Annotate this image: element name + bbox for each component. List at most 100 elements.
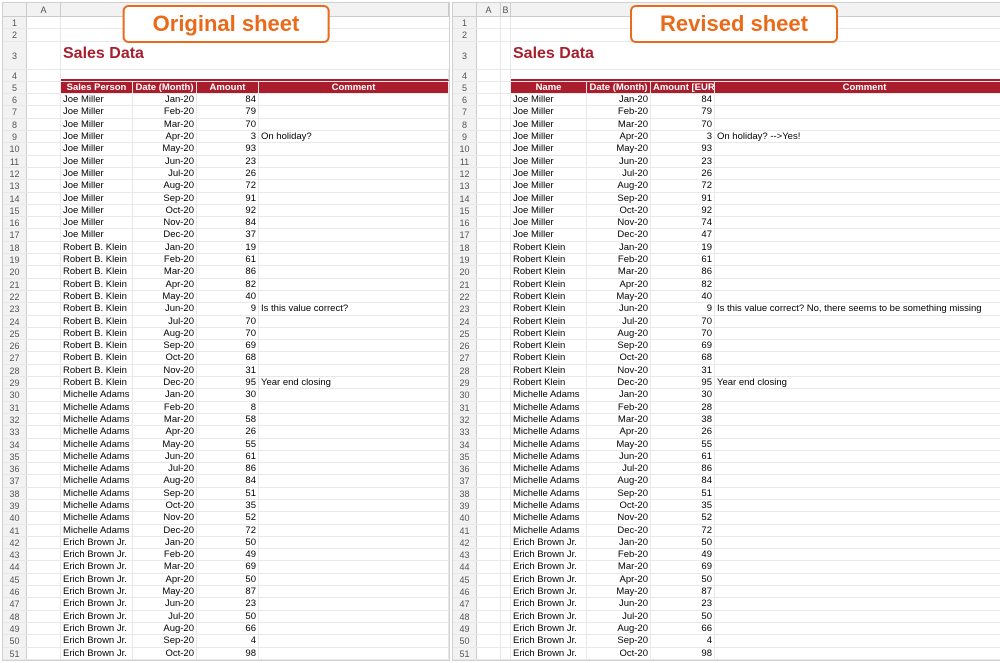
row-header[interactable]: 19: [3, 254, 27, 265]
cell-comment[interactable]: [259, 229, 449, 240]
row-header[interactable]: 51: [453, 648, 477, 659]
row-header[interactable]: 24: [453, 316, 477, 327]
cell-amount[interactable]: 31: [651, 365, 715, 376]
cell-date[interactable]: Jun-20: [133, 598, 197, 609]
cell-amount[interactable]: 66: [197, 623, 259, 634]
cell-blank[interactable]: [477, 242, 501, 253]
cell-person[interactable]: Joe Miller: [61, 180, 133, 191]
sheet-title[interactable]: Sales Data: [511, 42, 1000, 69]
cell-person[interactable]: Michelle Adams: [61, 389, 133, 400]
sheet-title[interactable]: Sales Data: [61, 42, 449, 69]
row-header[interactable]: 18: [3, 242, 27, 253]
cell-amount[interactable]: 79: [197, 106, 259, 117]
cell-person[interactable]: Michelle Adams: [61, 525, 133, 536]
cell-blank[interactable]: [501, 377, 511, 388]
cell-blank[interactable]: [501, 17, 511, 28]
cell-comment[interactable]: [259, 168, 449, 179]
cell-blank[interactable]: [477, 574, 501, 585]
cell-date[interactable]: Apr-20: [133, 574, 197, 585]
row-header[interactable]: 25: [453, 328, 477, 339]
cell-amount[interactable]: 35: [651, 500, 715, 511]
cell-comment[interactable]: [715, 537, 1000, 548]
cell-amount[interactable]: 95: [197, 377, 259, 388]
cell-amount[interactable]: 95: [651, 377, 715, 388]
cell-date[interactable]: Sep-20: [587, 488, 651, 499]
cell-date[interactable]: Sep-20: [587, 635, 651, 646]
cell-blank[interactable]: [501, 586, 511, 597]
cell-blank[interactable]: [501, 328, 511, 339]
cell-date[interactable]: Jan-20: [133, 537, 197, 548]
cell-blank[interactable]: [501, 463, 511, 474]
cell-amount[interactable]: 26: [197, 168, 259, 179]
cell-comment[interactable]: [715, 463, 1000, 474]
row-header[interactable]: 24: [3, 316, 27, 327]
cell-date[interactable]: Aug-20: [587, 180, 651, 191]
cell-person[interactable]: Joe Miller: [511, 168, 587, 179]
row-header[interactable]: 19: [453, 254, 477, 265]
cell-person[interactable]: Joe Miller: [61, 143, 133, 154]
cell-date[interactable]: Oct-20: [587, 648, 651, 659]
row-header[interactable]: 50: [453, 635, 477, 646]
cell-person[interactable]: Joe Miller: [511, 156, 587, 167]
cell-comment[interactable]: [715, 266, 1000, 277]
cell-comment[interactable]: [259, 340, 449, 351]
cell-comment[interactable]: On holiday?: [259, 131, 449, 142]
cell-comment[interactable]: [259, 512, 449, 523]
cell-amount[interactable]: 58: [197, 414, 259, 425]
cell-date[interactable]: Feb-20: [133, 106, 197, 117]
cell-date[interactable]: May-20: [133, 143, 197, 154]
cell-person[interactable]: Joe Miller: [61, 168, 133, 179]
cell-blank[interactable]: [477, 635, 501, 646]
cell-blank[interactable]: [477, 525, 501, 536]
cell-amount[interactable]: 68: [197, 352, 259, 363]
row-header[interactable]: 13: [3, 180, 27, 191]
cell-date[interactable]: Feb-20: [587, 549, 651, 560]
cell-person[interactable]: Erich Brown Jr.: [61, 574, 133, 585]
row-header[interactable]: 23: [3, 303, 27, 314]
header-comment[interactable]: Comment: [259, 82, 449, 93]
header-date[interactable]: Date (Month): [133, 82, 197, 93]
cell-blank[interactable]: [477, 389, 501, 400]
cell-date[interactable]: Mar-20: [587, 266, 651, 277]
cell-date[interactable]: Apr-20: [133, 426, 197, 437]
row-header[interactable]: 41: [3, 525, 27, 536]
cell-person[interactable]: Robert Klein: [511, 328, 587, 339]
cell-person[interactable]: Joe Miller: [61, 217, 133, 228]
cell-amount[interactable]: 87: [651, 586, 715, 597]
row-header[interactable]: 16: [3, 217, 27, 228]
cell-comment[interactable]: [259, 279, 449, 290]
cell-blank[interactable]: [501, 291, 511, 302]
row-header[interactable]: 33: [453, 426, 477, 437]
cell-comment[interactable]: [259, 635, 449, 646]
cell-amount[interactable]: 4: [197, 635, 259, 646]
cell-blank[interactable]: [501, 451, 511, 462]
cell-date[interactable]: Nov-20: [133, 217, 197, 228]
cell-date[interactable]: Jun-20: [133, 451, 197, 462]
cell-comment[interactable]: [715, 525, 1000, 536]
cell-blank[interactable]: [27, 512, 61, 523]
cell-comment[interactable]: [715, 623, 1000, 634]
cell-date[interactable]: Sep-20: [133, 193, 197, 204]
header-person[interactable]: Sales Person: [61, 82, 133, 93]
cell-amount[interactable]: 86: [651, 266, 715, 277]
cell-blank[interactable]: [477, 598, 501, 609]
cell-date[interactable]: Mar-20: [133, 414, 197, 425]
cell-amount[interactable]: 86: [197, 266, 259, 277]
cell-date[interactable]: Jun-20: [133, 156, 197, 167]
cell-blank[interactable]: [477, 328, 501, 339]
cell-comment[interactable]: [259, 217, 449, 228]
cell-person[interactable]: Michelle Adams: [61, 500, 133, 511]
cell-comment[interactable]: [259, 94, 449, 105]
cell-comment[interactable]: [259, 439, 449, 450]
cell-blank[interactable]: [477, 488, 501, 499]
cell-comment[interactable]: [259, 156, 449, 167]
cell-blank[interactable]: [477, 439, 501, 450]
cell-amount[interactable]: 87: [197, 586, 259, 597]
cell-amount[interactable]: 26: [651, 168, 715, 179]
cell-person[interactable]: Michelle Adams: [511, 414, 587, 425]
cell-blank[interactable]: [27, 193, 61, 204]
cell-person[interactable]: Michelle Adams: [61, 488, 133, 499]
cell-blank[interactable]: [501, 217, 511, 228]
cell-date[interactable]: Jan-20: [587, 537, 651, 548]
cell-person[interactable]: Erich Brown Jr.: [511, 635, 587, 646]
